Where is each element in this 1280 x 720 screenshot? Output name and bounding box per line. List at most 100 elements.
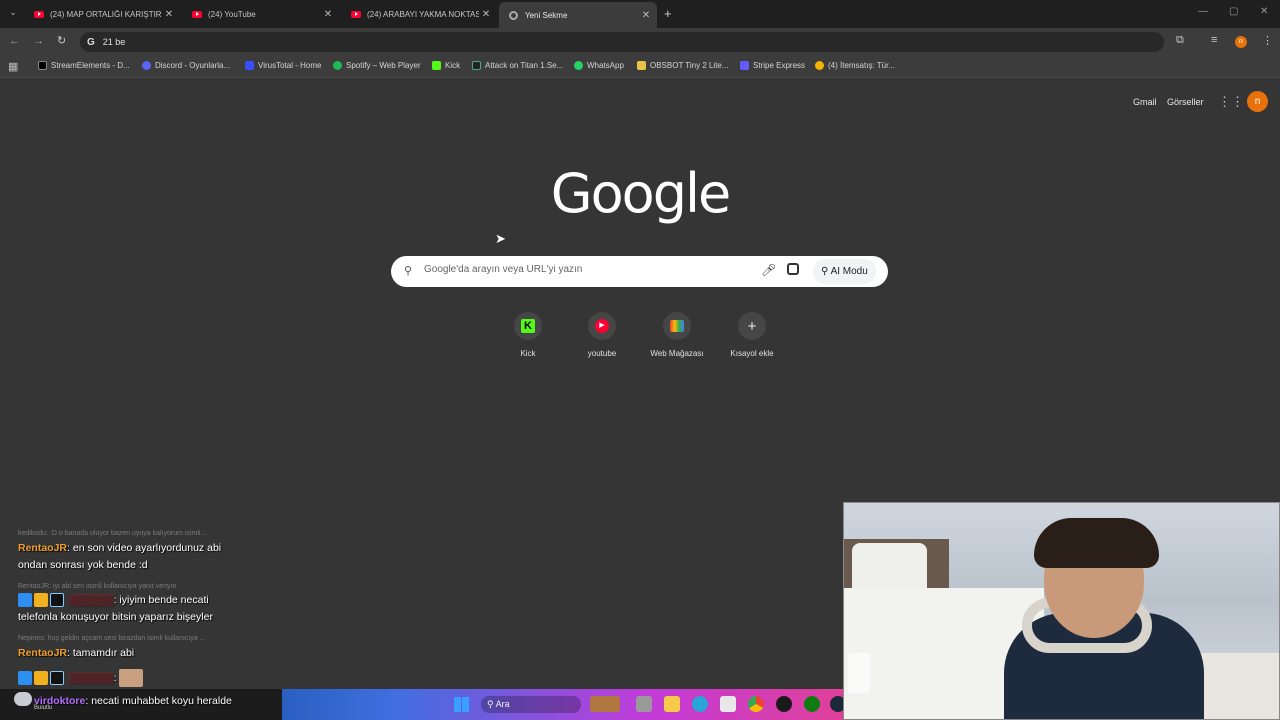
close-window-button[interactable]: ✕ — [1260, 6, 1268, 17]
tab-strip: ⌄ (24) MAP ORTALIĞI KARIŞTIRDI ✕ (24) Yo… — [0, 0, 1280, 28]
n-badge-icon — [50, 593, 64, 608]
taskbar: ⚲ Ara — [282, 689, 846, 720]
tab-2[interactable]: (24) YouTube ✕ — [180, 2, 339, 26]
tab-title: (24) YouTube — [208, 9, 256, 19]
google-icon: G — [87, 36, 95, 48]
chrome-icon — [509, 10, 518, 20]
xbox-icon[interactable] — [804, 696, 820, 712]
obsbot-icon — [637, 61, 646, 70]
youtube-icon — [34, 10, 44, 18]
tab-1[interactable]: (24) MAP ORTALIĞI KARIŞTIRDI ✕ — [22, 2, 180, 26]
taskbar-search-label: Ara — [495, 699, 510, 709]
new-tab-button[interactable]: + — [664, 6, 672, 21]
crown-badge-icon — [34, 593, 48, 608]
shortcut-add[interactable]: + Kısayol ekle — [722, 312, 782, 358]
glass — [848, 653, 870, 693]
emote-image — [119, 669, 144, 687]
task-view-icon[interactable] — [636, 696, 652, 712]
profile-avatar[interactable]: n — [1235, 36, 1247, 48]
media-control-icon[interactable]: ≡ — [1211, 34, 1217, 46]
n-badge-icon — [50, 671, 64, 685]
address-bar[interactable]: G 21 be — [80, 32, 1164, 52]
menu-icon[interactable]: ⋮ — [1262, 34, 1273, 47]
search-box[interactable]: ⚲ 🎤︎ ⚲ AI Modu — [391, 256, 888, 287]
youtube-icon — [351, 10, 361, 18]
bookmark-attack-on-titan[interactable]: Attack on Titan 1.Se... — [472, 61, 563, 70]
person-hair — [1034, 518, 1159, 568]
webcam-overlay — [843, 502, 1280, 720]
extensions-icon[interactable]: ⧉ — [1176, 34, 1184, 47]
bookmark-itemsatis[interactable]: (4) İtemsatış: Tür... — [815, 61, 895, 70]
close-icon[interactable]: ✕ — [162, 9, 176, 20]
back-icon[interactable]: ← — [9, 35, 20, 47]
tab-title: Yeni Sekme — [525, 10, 568, 20]
apps-grid-icon[interactable]: ▦ — [8, 60, 18, 73]
virustotal-icon — [245, 61, 254, 70]
maximize-button[interactable]: ▢ — [1229, 6, 1238, 17]
g-hub-icon[interactable] — [776, 696, 792, 712]
tab-3[interactable]: (24) ARABAYI YAKMA NOKTASI ✕ — [339, 2, 497, 26]
minimize-button[interactable]: — — [1198, 6, 1208, 17]
mouse-cursor: ➤ — [495, 231, 506, 246]
bookmark-virustotal[interactable]: VirusTotal - Home — [245, 61, 321, 70]
close-icon[interactable]: ✕ — [479, 9, 493, 20]
chat-message: virdoktore: necati muhabbet koyu heralde — [34, 695, 232, 707]
bookmark-streamelements[interactable]: StreamElements - D... — [38, 61, 130, 70]
ai-mode-button[interactable]: ⚲ AI Modu — [813, 259, 876, 284]
address-text[interactable]: 21 be — [103, 37, 126, 47]
forward-icon[interactable]: → — [33, 35, 44, 47]
file-explorer-icon[interactable] — [664, 696, 680, 712]
weather-icon — [14, 692, 32, 706]
plus-icon: + — [747, 317, 757, 335]
images-link[interactable]: Görseller — [1167, 97, 1204, 107]
account-avatar[interactable]: n — [1247, 91, 1268, 112]
search-input[interactable] — [424, 264, 724, 275]
chrome-icon[interactable] — [748, 696, 764, 712]
kick-icon: K — [521, 319, 535, 333]
shortcut-webstore[interactable]: Web Mağazası — [647, 312, 707, 358]
tab-title: (24) ARABAYI YAKMA NOKTASI — [367, 9, 479, 19]
tab-search-icon[interactable]: ⌄ — [6, 7, 20, 21]
chat-reply-context: Nepines: hoş geldin açcam sesi birazdan … — [18, 635, 206, 642]
tab-title: (24) MAP ORTALIĞI KARIŞTIRDI — [50, 9, 162, 19]
taskbar-search[interactable]: ⚲ Ara — [481, 696, 581, 713]
bookmark-stripe[interactable]: Stripe Express — [740, 61, 805, 70]
bookmark-spotify[interactable]: Spotify – Web Player — [333, 61, 421, 70]
windows-start-icon[interactable] — [454, 697, 469, 712]
chat-message: RentaoJR: tamamdır abi — [18, 647, 135, 659]
discord-icon — [142, 61, 151, 70]
chat-reply-context: kedikodu: :D o banada oluyor bazen uyuya… — [18, 530, 207, 537]
reload-icon[interactable]: ↻ — [57, 34, 66, 47]
chat-message: ondan sonrası yok bende :d — [18, 559, 148, 571]
sword-badge-icon — [18, 671, 32, 685]
tab-4-active[interactable]: Yeni Sekme ✕ — [499, 2, 657, 28]
kick-icon — [432, 61, 441, 70]
google-logo: Google — [550, 162, 731, 225]
aot-icon — [472, 61, 481, 70]
chat-message: RentaoJR: en son video ayarlıyordunuz ab… — [18, 542, 222, 554]
stripe-icon — [740, 61, 749, 70]
chat-message: telefonla konuşuyor bitsin yaparız bişey… — [18, 611, 213, 623]
chat-message: ▒▒▒▒▒▒: — [18, 669, 145, 687]
shortcut-kick[interactable]: K Kick — [498, 312, 558, 358]
itemsatis-icon — [815, 61, 824, 70]
webstore-icon — [670, 320, 684, 332]
streamelements-icon — [38, 61, 47, 70]
crown-badge-icon — [34, 671, 48, 685]
gmail-link[interactable]: Gmail — [1133, 97, 1157, 107]
bookmark-whatsapp[interactable]: WhatsApp — [574, 61, 624, 70]
shortcut-youtube[interactable]: ▶ youtube — [572, 312, 632, 358]
microphone-icon[interactable]: 🎤︎ — [761, 263, 776, 277]
lens-icon[interactable] — [787, 263, 799, 275]
close-icon[interactable]: ✕ — [321, 9, 335, 20]
store-icon[interactable] — [720, 696, 736, 712]
bookmark-discord[interactable]: Discord - Oyunlarla... — [142, 61, 230, 70]
bookmark-kick[interactable]: Kick — [432, 61, 460, 70]
edge-icon[interactable] — [692, 696, 708, 712]
toolbar: ← → ↻ G 21 be ⧉ ≡ n ⋮ — [0, 28, 1280, 56]
bookmark-obsbot[interactable]: OBSBOT Tiny 2 Lite... — [637, 61, 729, 70]
widgets-icon[interactable] — [590, 696, 620, 712]
close-icon[interactable]: ✕ — [639, 10, 653, 21]
sword-badge-icon — [18, 593, 32, 608]
chat-reply-context: RentaoJR: iyi abi sen isimli kullanıcıya… — [18, 583, 177, 590]
